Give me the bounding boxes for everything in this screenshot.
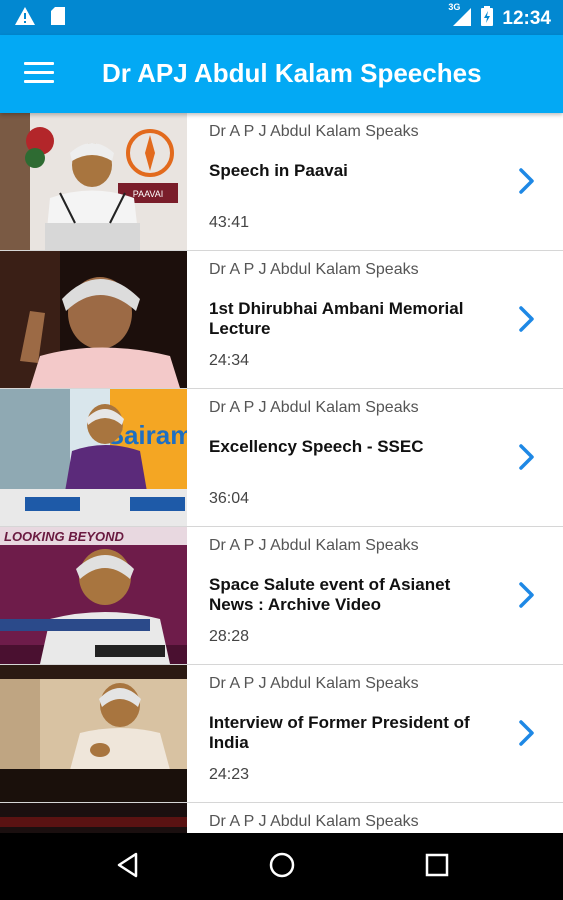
video-channel: Dr A P J Abdul Kalam Speaks <box>209 261 419 278</box>
video-channel: Dr A P J Abdul Kalam Speaks <box>209 123 419 140</box>
video-channel: Dr A P J Abdul Kalam Speaks <box>209 813 419 830</box>
video-channel: Dr A P J Abdul Kalam Speaks <box>209 399 419 416</box>
list-item[interactable]: LOOKING BEYOND Dr A P J Abdul Kalam Spea… <box>0 527 563 665</box>
menu-icon[interactable] <box>24 62 54 86</box>
back-icon[interactable] <box>114 851 142 884</box>
video-list[interactable]: PAAVAI Dr A P J Abdul Kalam Speaks Speec… <box>0 113 563 833</box>
chevron-right-icon[interactable] <box>517 719 537 747</box>
list-item[interactable]: Sairam Dr A P J Abdul Kalam Speaks Excel… <box>0 389 563 527</box>
chevron-right-icon[interactable] <box>517 581 537 609</box>
thumbnail-banner-text: LOOKING BEYOND <box>4 529 125 544</box>
video-thumbnail: Sairam <box>0 389 187 526</box>
app-title: Dr APJ Abdul Kalam Speeches <box>102 58 482 88</box>
video-thumbnail: LOOKING BEYOND <box>0 527 187 664</box>
home-icon[interactable] <box>268 851 296 884</box>
video-duration: 24:23 <box>209 766 250 783</box>
status-system: 3G 12:34 <box>448 2 551 32</box>
video-channel: Dr A P J Abdul Kalam Speaks <box>209 675 419 692</box>
video-thumbnail <box>0 251 187 388</box>
video-duration: 43:41 <box>209 214 250 231</box>
video-title: Speech in Paavai <box>209 161 348 180</box>
thumbnail-sign-text: PAAVAI <box>133 189 164 199</box>
video-title: Interview of Former President of India <box>209 713 470 752</box>
network-label: 3G <box>448 2 461 12</box>
recents-icon[interactable] <box>423 851 451 884</box>
video-thumbnail <box>0 665 187 802</box>
chevron-right-icon[interactable] <box>517 443 537 471</box>
status-bar: 3G 12:34 <box>0 0 563 35</box>
chevron-right-icon[interactable] <box>517 167 537 195</box>
sd-card-icon <box>50 6 66 31</box>
video-title: 1st Dhirubhai Ambani Memorial Lecture <box>209 299 464 338</box>
list-item[interactable]: Dr A P J Abdul Kalam Speaks <box>0 803 563 833</box>
list-item[interactable]: Dr A P J Abdul Kalam Speaks 1st Dhirubha… <box>0 251 563 389</box>
list-item[interactable]: PAAVAI Dr A P J Abdul Kalam Speaks Speec… <box>0 113 563 251</box>
video-duration: 24:34 <box>209 352 250 369</box>
status-notifications <box>14 6 66 31</box>
chevron-right-icon[interactable] <box>517 305 537 333</box>
warning-icon <box>14 6 36 31</box>
video-duration: 28:28 <box>209 628 250 645</box>
video-duration: 36:04 <box>209 490 250 507</box>
list-item[interactable]: Dr A P J Abdul Kalam Speaks Interview of… <box>0 665 563 803</box>
video-thumbnail <box>0 803 187 833</box>
video-thumbnail: PAAVAI <box>0 113 187 250</box>
video-title: Space Salute event of Asianet News : Arc… <box>209 575 451 614</box>
signal-icon: 3G <box>448 2 472 32</box>
video-title: Excellency Speech - SSEC <box>209 437 424 456</box>
battery-icon <box>480 5 494 32</box>
app-bar: Dr APJ Abdul Kalam Speeches <box>0 35 563 113</box>
navigation-bar <box>0 833 563 900</box>
status-time: 12:34 <box>502 7 551 29</box>
video-channel: Dr A P J Abdul Kalam Speaks <box>209 537 419 554</box>
